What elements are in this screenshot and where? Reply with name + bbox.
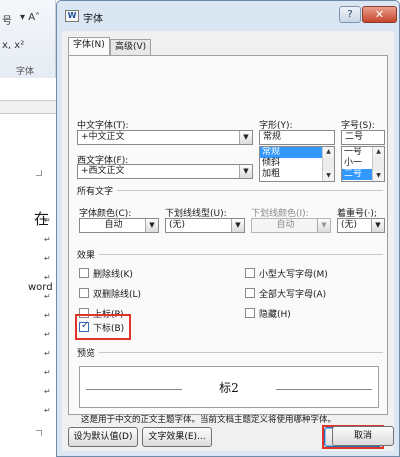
dialog-titlebar[interactable]: W 字体 ? ✕ xyxy=(57,1,399,31)
underline-style-value: (无) xyxy=(169,220,186,230)
small-caps-label[interactable]: 小型大写字母(M) xyxy=(259,267,328,280)
set-default-button[interactable]: 设为默认值(D) xyxy=(68,427,138,447)
font-color-combo[interactable]: 自动 ▼ xyxy=(79,218,159,233)
hidden-label[interactable]: 隐藏(H) xyxy=(259,307,291,320)
paragraph-mark: ↵ xyxy=(44,406,51,415)
chevron-down-icon[interactable]: ▼ xyxy=(231,219,244,232)
chevron-down-icon[interactable]: ▼ xyxy=(239,131,252,144)
font-style-list[interactable]: 常规 倾斜 加粗 ▲ ▼ xyxy=(259,146,335,182)
underline-color-combo: 自动 ▼ xyxy=(251,218,331,233)
font-size-list[interactable]: 一号 小一 二号 ▲ ▼ xyxy=(341,146,385,182)
double-strikethrough-checkbox[interactable] xyxy=(79,288,89,298)
paragraph-mark: ↵ xyxy=(44,235,51,244)
paragraph-mark: ↵ xyxy=(44,292,51,301)
dialog-client-area: 字体(N) 高级(V) 中文字体(T): +中文正文 ▼ 西文字体(F): +西… xyxy=(62,31,394,451)
group-divider xyxy=(77,352,383,353)
font-size-input[interactable]: 二号 xyxy=(341,130,385,145)
scroll-up-icon[interactable]: ▲ xyxy=(323,147,334,157)
chevron-down-icon[interactable]: ▼ xyxy=(239,165,252,178)
font-size-box[interactable]: 号 xyxy=(2,12,12,27)
help-button[interactable]: ? xyxy=(339,6,361,23)
emphasis-mark-combo[interactable]: (无) ▼ xyxy=(337,218,385,233)
underline-style-combo[interactable]: (无) ▼ xyxy=(165,218,245,233)
word-ribbon-fragment: 号 ▾ A˄ x, x² 字体 xyxy=(0,0,56,78)
style-list-scrollbar[interactable]: ▲ ▼ xyxy=(322,147,334,181)
dialog-title: 字体 xyxy=(83,14,103,25)
preview-note: 这是用于中文的正文主题字体。当前文档主题定义将使用哪种字体。 xyxy=(81,415,337,425)
font-color-value: 自动 xyxy=(104,220,123,230)
font-group-label: 字体 xyxy=(16,67,35,77)
text-effects-button[interactable]: 文字效果(E)... xyxy=(142,427,212,447)
size-list-scrollbar[interactable]: ▲ ▼ xyxy=(372,147,384,181)
chevron-down-icon: ▼ xyxy=(317,219,330,232)
horizontal-ruler xyxy=(0,100,56,114)
font-style-input[interactable]: 常规 xyxy=(259,130,335,145)
preview-group-title: 预览 xyxy=(77,346,100,359)
margin-corner-mark xyxy=(36,430,42,436)
paragraph-mark: ↵ xyxy=(44,349,51,358)
all-caps-checkbox[interactable] xyxy=(245,288,255,298)
preview-box: 标2 xyxy=(79,366,379,408)
paragraph-mark: ↵ xyxy=(44,368,51,377)
effects-group-title: 效果 xyxy=(77,248,100,261)
paragraph-mark: ↵ xyxy=(44,330,51,339)
group-divider xyxy=(77,190,383,191)
paragraph-mark: ↵ xyxy=(44,387,51,396)
paragraph-mark: ↵ xyxy=(44,273,51,282)
double-strikethrough-label[interactable]: 双删除线(L) xyxy=(93,287,141,300)
subscript-superscript-icon[interactable]: x, x² xyxy=(2,40,24,51)
subscript-highlight xyxy=(75,314,131,340)
chevron-down-icon[interactable]: ▼ xyxy=(371,219,384,232)
underline-color-value: 自动 xyxy=(276,220,295,230)
all-text-group-title: 所有文字 xyxy=(77,184,118,197)
paragraph-mark: ↵ xyxy=(44,216,51,225)
western-font-value: +西文正文 xyxy=(81,166,125,176)
strikethrough-label[interactable]: 删除线(K) xyxy=(93,267,133,280)
tab-advanced[interactable]: 高级(V) xyxy=(110,39,152,55)
paragraph-mark: ↵ xyxy=(44,311,51,320)
scroll-down-icon[interactable]: ▼ xyxy=(373,171,384,181)
font-tab-panel: 中文字体(T): +中文正文 ▼ 西文字体(F): +西文正文 ▼ 字形(Y):… xyxy=(68,55,388,425)
cancel-button[interactable]: 取消 xyxy=(332,426,394,446)
margin-corner-mark xyxy=(36,170,42,176)
chevron-down-icon[interactable]: ▼ xyxy=(145,219,158,232)
chinese-font-combo[interactable]: +中文正文 ▼ xyxy=(77,130,253,145)
preview-baseline xyxy=(276,389,372,390)
grow-font-icon[interactable]: ▾ A˄ xyxy=(20,12,40,23)
western-font-combo[interactable]: +西文正文 ▼ xyxy=(77,164,253,179)
word-app-icon: W xyxy=(65,10,79,22)
group-divider xyxy=(77,254,383,255)
scroll-up-icon[interactable]: ▲ xyxy=(373,147,384,157)
close-button[interactable]: ✕ xyxy=(362,6,397,23)
scroll-down-icon[interactable]: ▼ xyxy=(323,171,334,181)
font-dialog: W 字体 ? ✕ 字体(N) 高级(V) 中文字体(T): +中文正文 ▼ 西文… xyxy=(56,0,400,457)
small-caps-checkbox[interactable] xyxy=(245,268,255,278)
tab-font[interactable]: 字体(N) xyxy=(68,37,110,55)
paragraph-mark: ↵ xyxy=(44,254,51,263)
preview-sample: 标2 xyxy=(219,381,239,395)
emphasis-mark-value: (无) xyxy=(341,220,358,230)
hidden-checkbox[interactable] xyxy=(245,308,255,318)
chinese-font-value: +中文正文 xyxy=(81,132,125,142)
strikethrough-checkbox[interactable] xyxy=(79,268,89,278)
all-caps-label[interactable]: 全部大写字母(A) xyxy=(259,287,326,300)
